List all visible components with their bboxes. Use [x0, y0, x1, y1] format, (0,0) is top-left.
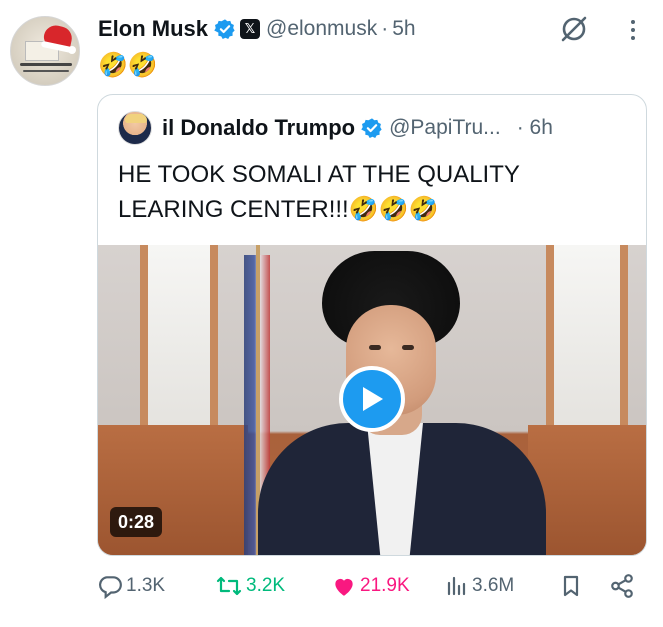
- more-dots-icon[interactable]: [624, 17, 642, 43]
- reply-button[interactable]: 1.3K: [97, 568, 165, 604]
- video-bg-window: [140, 245, 218, 425]
- video-duration: 0:28: [110, 507, 163, 537]
- heart-icon: [335, 578, 353, 596]
- play-button[interactable]: [339, 366, 405, 432]
- reply-count: 1.3K: [126, 575, 166, 596]
- bookmark-button[interactable]: [559, 568, 586, 604]
- bookmark-icon: [563, 575, 579, 597]
- share-button[interactable]: [609, 568, 638, 604]
- quoted-tweet-text: HE TOOK SOMALI AT THE QUALITY LEARING CE…: [118, 161, 520, 223]
- video-person-eye: [402, 345, 414, 350]
- author-avatar[interactable]: [10, 16, 80, 86]
- author-name[interactable]: Elon Musk: [98, 16, 208, 42]
- tweet-actions: 1.3K 3.2K 21.9K 3.6M: [97, 568, 647, 604]
- quoted-tweet-header: il Donaldo Trumpo @PapiTru... · 6h: [162, 111, 553, 145]
- quoted-author-handle[interactable]: @PapiTru...: [389, 116, 501, 140]
- quoted-author-name[interactable]: il Donaldo Trumpo: [162, 115, 355, 141]
- share-icon: [611, 574, 633, 598]
- quoted-tweet[interactable]: il Donaldo Trumpo @PapiTru... · 6h HE TO…: [97, 94, 647, 556]
- grok-icon[interactable]: [558, 13, 590, 45]
- views-button[interactable]: 3.6M: [445, 568, 514, 604]
- avatar-hair: [125, 114, 147, 123]
- avatar-scribble: [20, 63, 72, 66]
- repost-button[interactable]: 3.2K: [215, 568, 285, 604]
- x-logo-icon[interactable]: 𝕏: [240, 19, 261, 39]
- santa-hat-pom: [68, 46, 76, 54]
- author-handle[interactable]: @elonmusk: [266, 17, 377, 41]
- video-bg-window: [546, 245, 628, 425]
- tweet-text: 🤣🤣: [98, 52, 158, 79]
- video-player[interactable]: 0:28: [98, 245, 646, 555]
- video-person-eye: [369, 345, 381, 350]
- play-icon: [363, 387, 383, 411]
- tweet-header: Elon Musk 𝕏 @elonmusk · 5h: [98, 14, 416, 44]
- separator-dot: ·: [381, 17, 389, 40]
- tweet-time[interactable]: 5h: [392, 17, 415, 41]
- like-button[interactable]: 21.9K: [331, 568, 410, 604]
- like-count: 21.9K: [360, 575, 410, 596]
- repost-count: 3.2K: [246, 575, 286, 596]
- views-count: 3.6M: [472, 575, 515, 596]
- verified-badge-icon[interactable]: [361, 117, 383, 139]
- avatar-scribble: [23, 70, 69, 72]
- views-bar-icon: [447, 576, 466, 596]
- verified-badge-icon[interactable]: [214, 18, 236, 40]
- reply-icon: [99, 576, 122, 599]
- repost-icon: [216, 576, 242, 596]
- quoted-author-avatar[interactable]: [118, 111, 152, 145]
- quoted-tweet-time[interactable]: · 6h: [517, 116, 553, 140]
